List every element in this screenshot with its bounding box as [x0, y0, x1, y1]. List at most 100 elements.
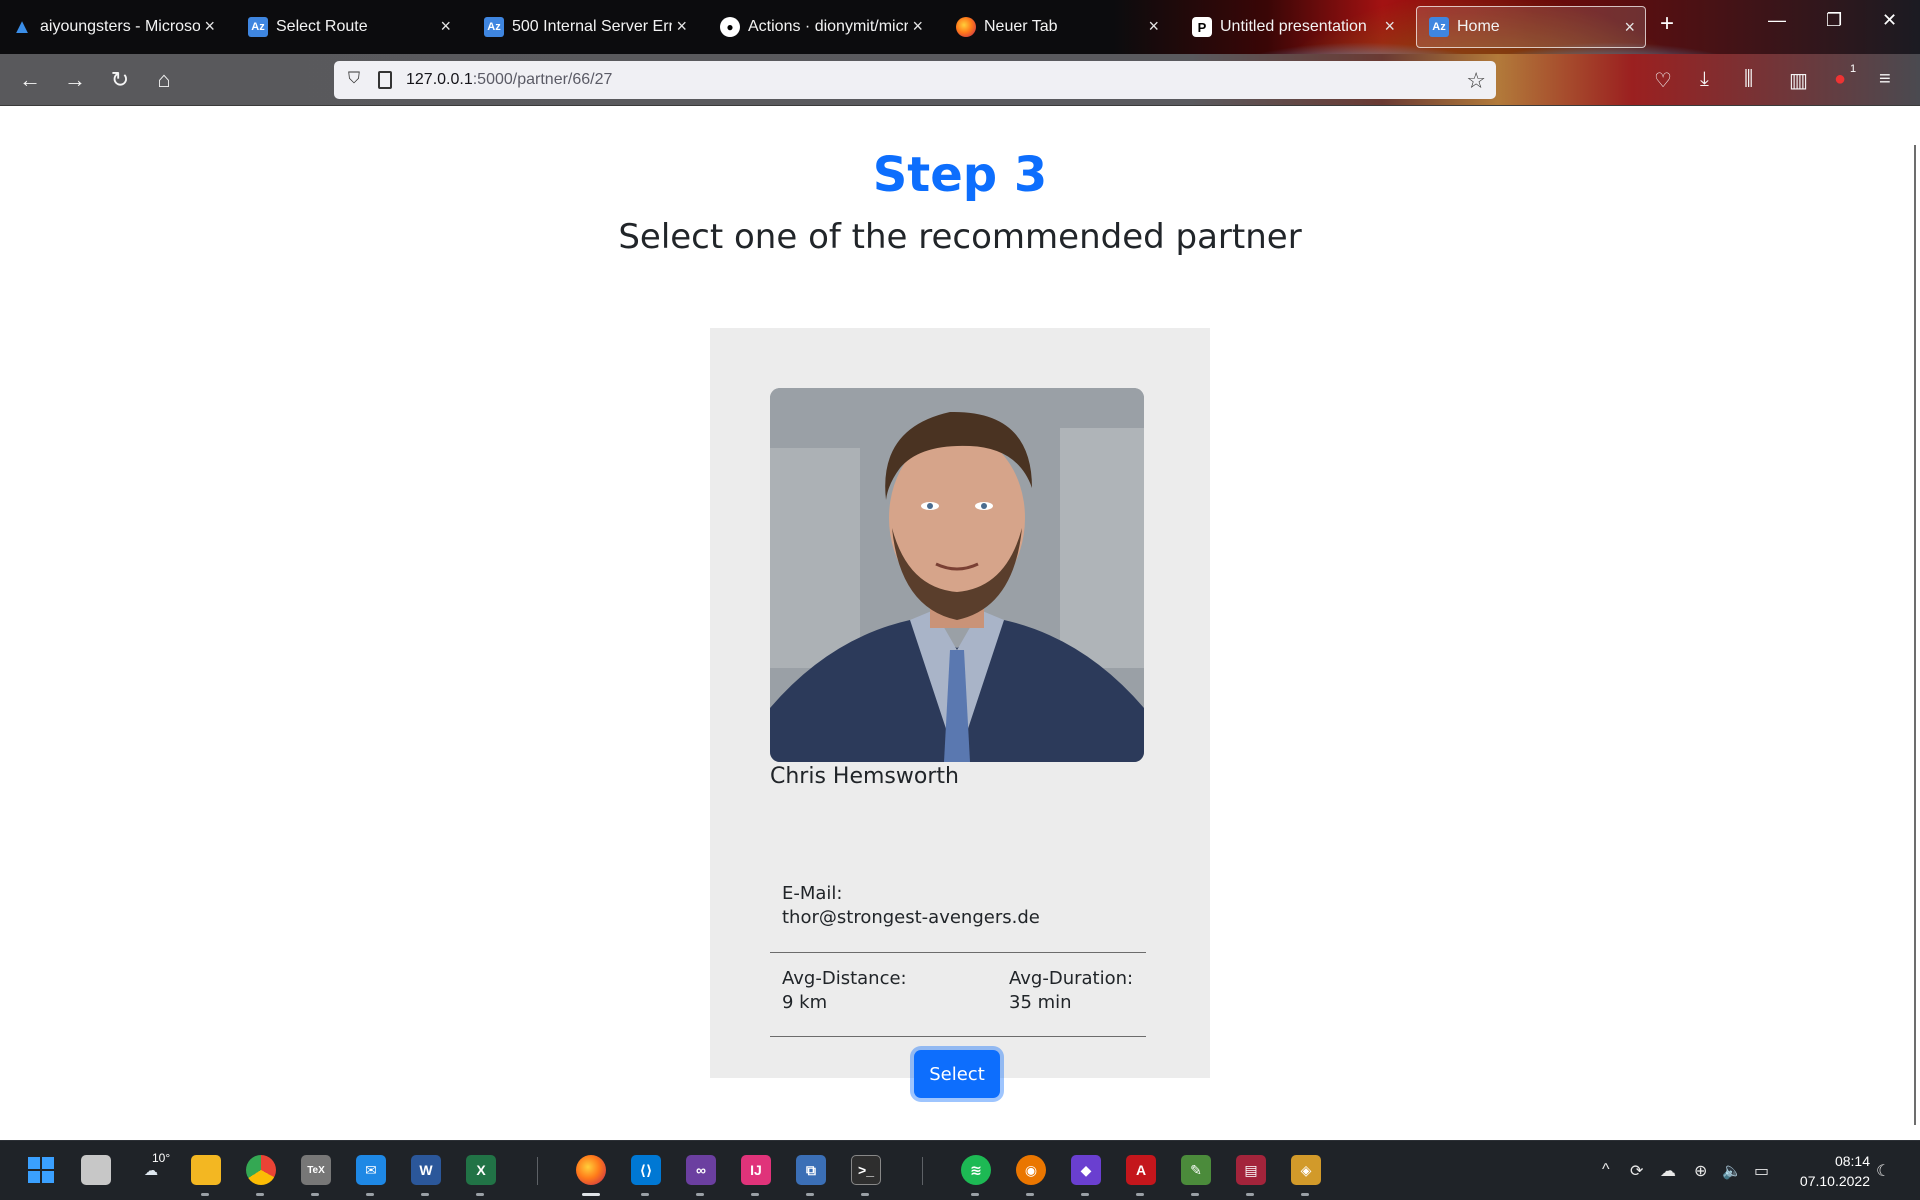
file-explorer-icon[interactable]: [191, 1155, 221, 1185]
close-icon[interactable]: ×: [676, 16, 687, 37]
running-indicator: [861, 1193, 869, 1196]
close-icon[interactable]: ×: [1384, 16, 1395, 37]
close-icon[interactable]: ×: [1624, 17, 1635, 38]
running-indicator: [806, 1193, 814, 1196]
battery-icon[interactable]: ▭: [1754, 1161, 1769, 1181]
reload-icon[interactable]: ↻: [106, 66, 134, 94]
avg-duration-label: Avg-Duration:: [1009, 968, 1134, 989]
divider: [770, 952, 1146, 953]
volume-icon[interactable]: 🔈: [1722, 1161, 1742, 1181]
menu-icon[interactable]: ≡: [1879, 68, 1891, 91]
tab-github-actions[interactable]: ● Actions · dionymit/micro ×: [708, 6, 933, 48]
nav-bar: ← → ↻ ⌂ ⛉ 127.0.0.1:5000/partner/66/27 ☆…: [0, 54, 1920, 106]
divider: [770, 1036, 1146, 1037]
taskbar: ☁ 10° TeX ✉ W X ⟨⟩ ∞ IJ ⧉ >_ ≋ ◉ ◆ A ✎ ▤…: [0, 1140, 1920, 1200]
windows-start-icon[interactable]: [26, 1155, 56, 1185]
active-indicator: [582, 1193, 600, 1196]
tab-home[interactable]: Az Home ×: [1416, 6, 1646, 48]
sync-icon[interactable]: ⟳: [1630, 1161, 1643, 1181]
running-indicator: [256, 1193, 264, 1196]
acrobat-icon[interactable]: A: [1126, 1155, 1156, 1185]
tab-select-route[interactable]: Az Select Route ×: [236, 6, 461, 48]
library-icon[interactable]: ⫼: [1744, 68, 1753, 91]
az-icon: Az: [1429, 17, 1449, 37]
network-icon[interactable]: ⧉: [796, 1155, 826, 1185]
close-icon[interactable]: ×: [1148, 16, 1159, 37]
clock-time: 08:14: [1834, 1153, 1870, 1169]
running-indicator: [1136, 1193, 1144, 1196]
bookmark-star-icon[interactable]: ☆: [1466, 68, 1486, 94]
restore-icon[interactable]: ❐: [1826, 10, 1842, 31]
tab-title: Select Route: [276, 18, 368, 35]
avg-duration: Avg-Duration: 35 min: [1009, 967, 1133, 1015]
tab-title: Actions · dionymit/micro: [748, 18, 908, 35]
tab-title: Home: [1457, 18, 1500, 35]
select-button[interactable]: Select: [914, 1050, 1000, 1098]
firefox-icon: [956, 17, 976, 37]
partner-card: Chris Hemsworth E-Mail: thor@strongest-a…: [710, 328, 1210, 1098]
email-value: thor@strongest-avengers.de: [782, 907, 1040, 928]
back-arrow-icon[interactable]: ←: [16, 66, 44, 94]
terminal-icon[interactable]: >_: [851, 1155, 881, 1185]
avg-duration-value: 35 min: [1009, 992, 1072, 1013]
tab-neuer-tab[interactable]: Neuer Tab ×: [944, 6, 1169, 48]
notepad-plus-icon[interactable]: ✎: [1181, 1155, 1211, 1185]
running-indicator: [1191, 1193, 1199, 1196]
running-indicator: [201, 1193, 209, 1196]
window-close-icon[interactable]: ✕: [1882, 10, 1897, 31]
partner-email-block: E-Mail: thor@strongest-avengers.de: [782, 882, 1040, 930]
mail-icon[interactable]: ✉: [356, 1155, 386, 1185]
running-indicator: [751, 1193, 759, 1196]
page-icon: [378, 71, 392, 89]
excel-icon[interactable]: X: [466, 1155, 496, 1185]
task-view-icon[interactable]: [81, 1155, 111, 1185]
vscode-icon[interactable]: ⟨⟩: [631, 1155, 661, 1185]
sidebar-icon[interactable]: ▥: [1789, 68, 1808, 93]
chevron-up-icon[interactable]: ^: [1602, 1161, 1610, 1179]
intellij-icon[interactable]: IJ: [741, 1155, 771, 1185]
tex-icon[interactable]: TeX: [301, 1155, 331, 1185]
tab-aiyoungsters[interactable]: ▲ aiyoungsters - Microsoft ×: [0, 6, 225, 48]
visual-studio-icon[interactable]: ∞: [686, 1155, 716, 1185]
download-icon[interactable]: ⤓: [1700, 68, 1709, 91]
chrome-icon[interactable]: [246, 1155, 276, 1185]
forward-arrow-icon[interactable]: →: [61, 66, 89, 94]
word-icon[interactable]: W: [411, 1155, 441, 1185]
git-icon[interactable]: ◈: [1291, 1155, 1321, 1185]
blender-icon[interactable]: ◉: [1016, 1155, 1046, 1185]
tab-untitled-presentation[interactable]: P Untitled presentation ×: [1180, 6, 1405, 48]
winrar-icon[interactable]: ▤: [1236, 1155, 1266, 1185]
weather-temp: 10°: [152, 1151, 171, 1165]
language-icon[interactable]: ⊕: [1694, 1161, 1707, 1181]
az-icon: Az: [248, 17, 268, 37]
close-icon[interactable]: ×: [912, 16, 923, 37]
url-bar[interactable]: ⛉ 127.0.0.1:5000/partner/66/27 ☆: [334, 61, 1496, 99]
moon-icon[interactable]: ☾: [1876, 1161, 1890, 1181]
new-tab-icon[interactable]: +: [1660, 10, 1674, 38]
avg-distance: Avg-Distance: 9 km: [782, 967, 907, 1015]
page-subtitle: Select one of the recommended partner: [618, 217, 1302, 257]
onedrive-icon[interactable]: ☁: [1660, 1161, 1676, 1181]
avg-distance-label: Avg-Distance:: [782, 968, 907, 989]
partner-photo: [770, 388, 1144, 762]
avg-distance-value: 9 km: [782, 992, 828, 1013]
minimize-icon[interactable]: —: [1768, 10, 1786, 31]
tab-title: Neuer Tab: [984, 18, 1058, 35]
home-icon[interactable]: ⌂: [150, 66, 178, 94]
scrollbar[interactable]: [1914, 145, 1916, 1125]
obsidian-icon[interactable]: ◆: [1071, 1155, 1101, 1185]
firefox-icon[interactable]: [576, 1155, 606, 1185]
tab-500-error[interactable]: Az 500 Internal Server Error ×: [472, 6, 697, 48]
pocket-icon[interactable]: ♡: [1654, 68, 1672, 93]
spotify-icon[interactable]: ≋: [961, 1155, 991, 1185]
taskbar-separator: [922, 1157, 923, 1185]
tab-title: 500 Internal Server Error: [512, 18, 672, 35]
github-icon: ●: [720, 17, 740, 37]
taskbar-clock[interactable]: 08:14 07.10.2022: [1790, 1151, 1870, 1191]
running-indicator: [311, 1193, 319, 1196]
running-indicator: [1081, 1193, 1089, 1196]
running-indicator: [476, 1193, 484, 1196]
close-icon[interactable]: ×: [440, 16, 451, 37]
close-icon[interactable]: ×: [204, 16, 215, 37]
extension-icon[interactable]: ●: [1834, 68, 1846, 91]
